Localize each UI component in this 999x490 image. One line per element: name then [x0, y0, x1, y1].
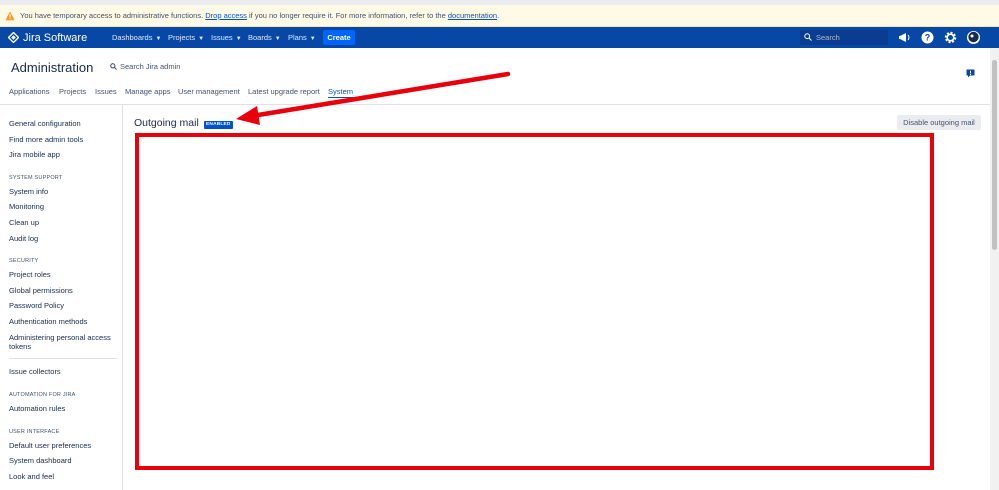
- annotation-arrow: [236, 71, 511, 125]
- scrollbar-thumb[interactable]: [992, 60, 997, 250]
